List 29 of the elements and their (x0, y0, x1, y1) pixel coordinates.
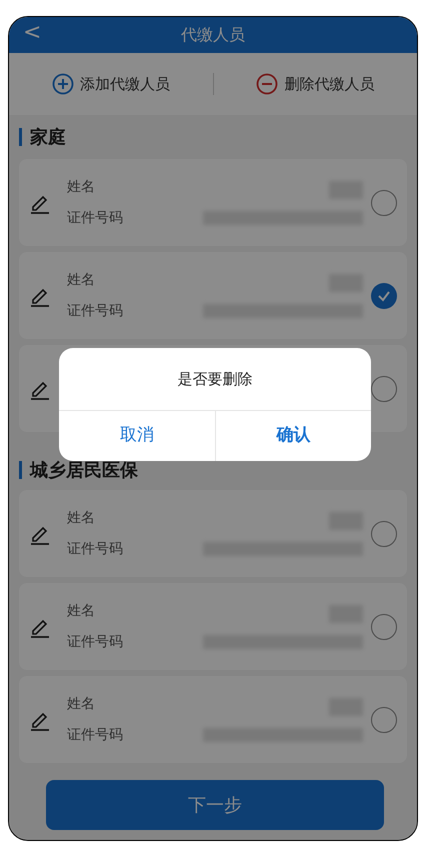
remove-person-button[interactable]: 删除代缴人员 (214, 72, 417, 96)
dialog-message: 是否要删除 (178, 368, 252, 390)
name-label: 姓名 (67, 178, 96, 196)
minus-circle-icon (256, 73, 278, 95)
id-label: 证件号码 (67, 632, 124, 652)
name-label: 姓名 (67, 270, 96, 290)
id-label: 证件号码 (67, 726, 124, 744)
section-title: 家庭 (30, 126, 66, 150)
id-label: 证件号码 (67, 302, 124, 320)
radio-button[interactable] (371, 282, 397, 308)
id-label: 证件号码 (67, 208, 124, 228)
name-label: 姓名 (67, 694, 96, 714)
radio-button[interactable] (371, 190, 397, 216)
radio-button[interactable] (371, 706, 397, 732)
radio-button[interactable] (371, 376, 397, 402)
next-button[interactable]: 下一步 (46, 780, 384, 830)
name-label: 姓名 (67, 602, 96, 620)
check-icon (377, 288, 391, 302)
radio-button[interactable] (371, 614, 397, 640)
confirm-button[interactable]: 确认 (214, 411, 371, 461)
radio-button[interactable] (371, 520, 397, 546)
id-label: 证件号码 (67, 540, 124, 558)
name-label: 姓名 (67, 508, 96, 528)
page-title: 代缴人员 (181, 24, 245, 46)
cancel-button[interactable]: 取消 (59, 411, 214, 461)
add-person-button[interactable]: 添加代缴人员 (9, 72, 212, 96)
plus-circle-icon (52, 73, 74, 95)
section-title: 城乡居民医保 (30, 458, 138, 482)
back-button[interactable]: < (23, 19, 42, 47)
